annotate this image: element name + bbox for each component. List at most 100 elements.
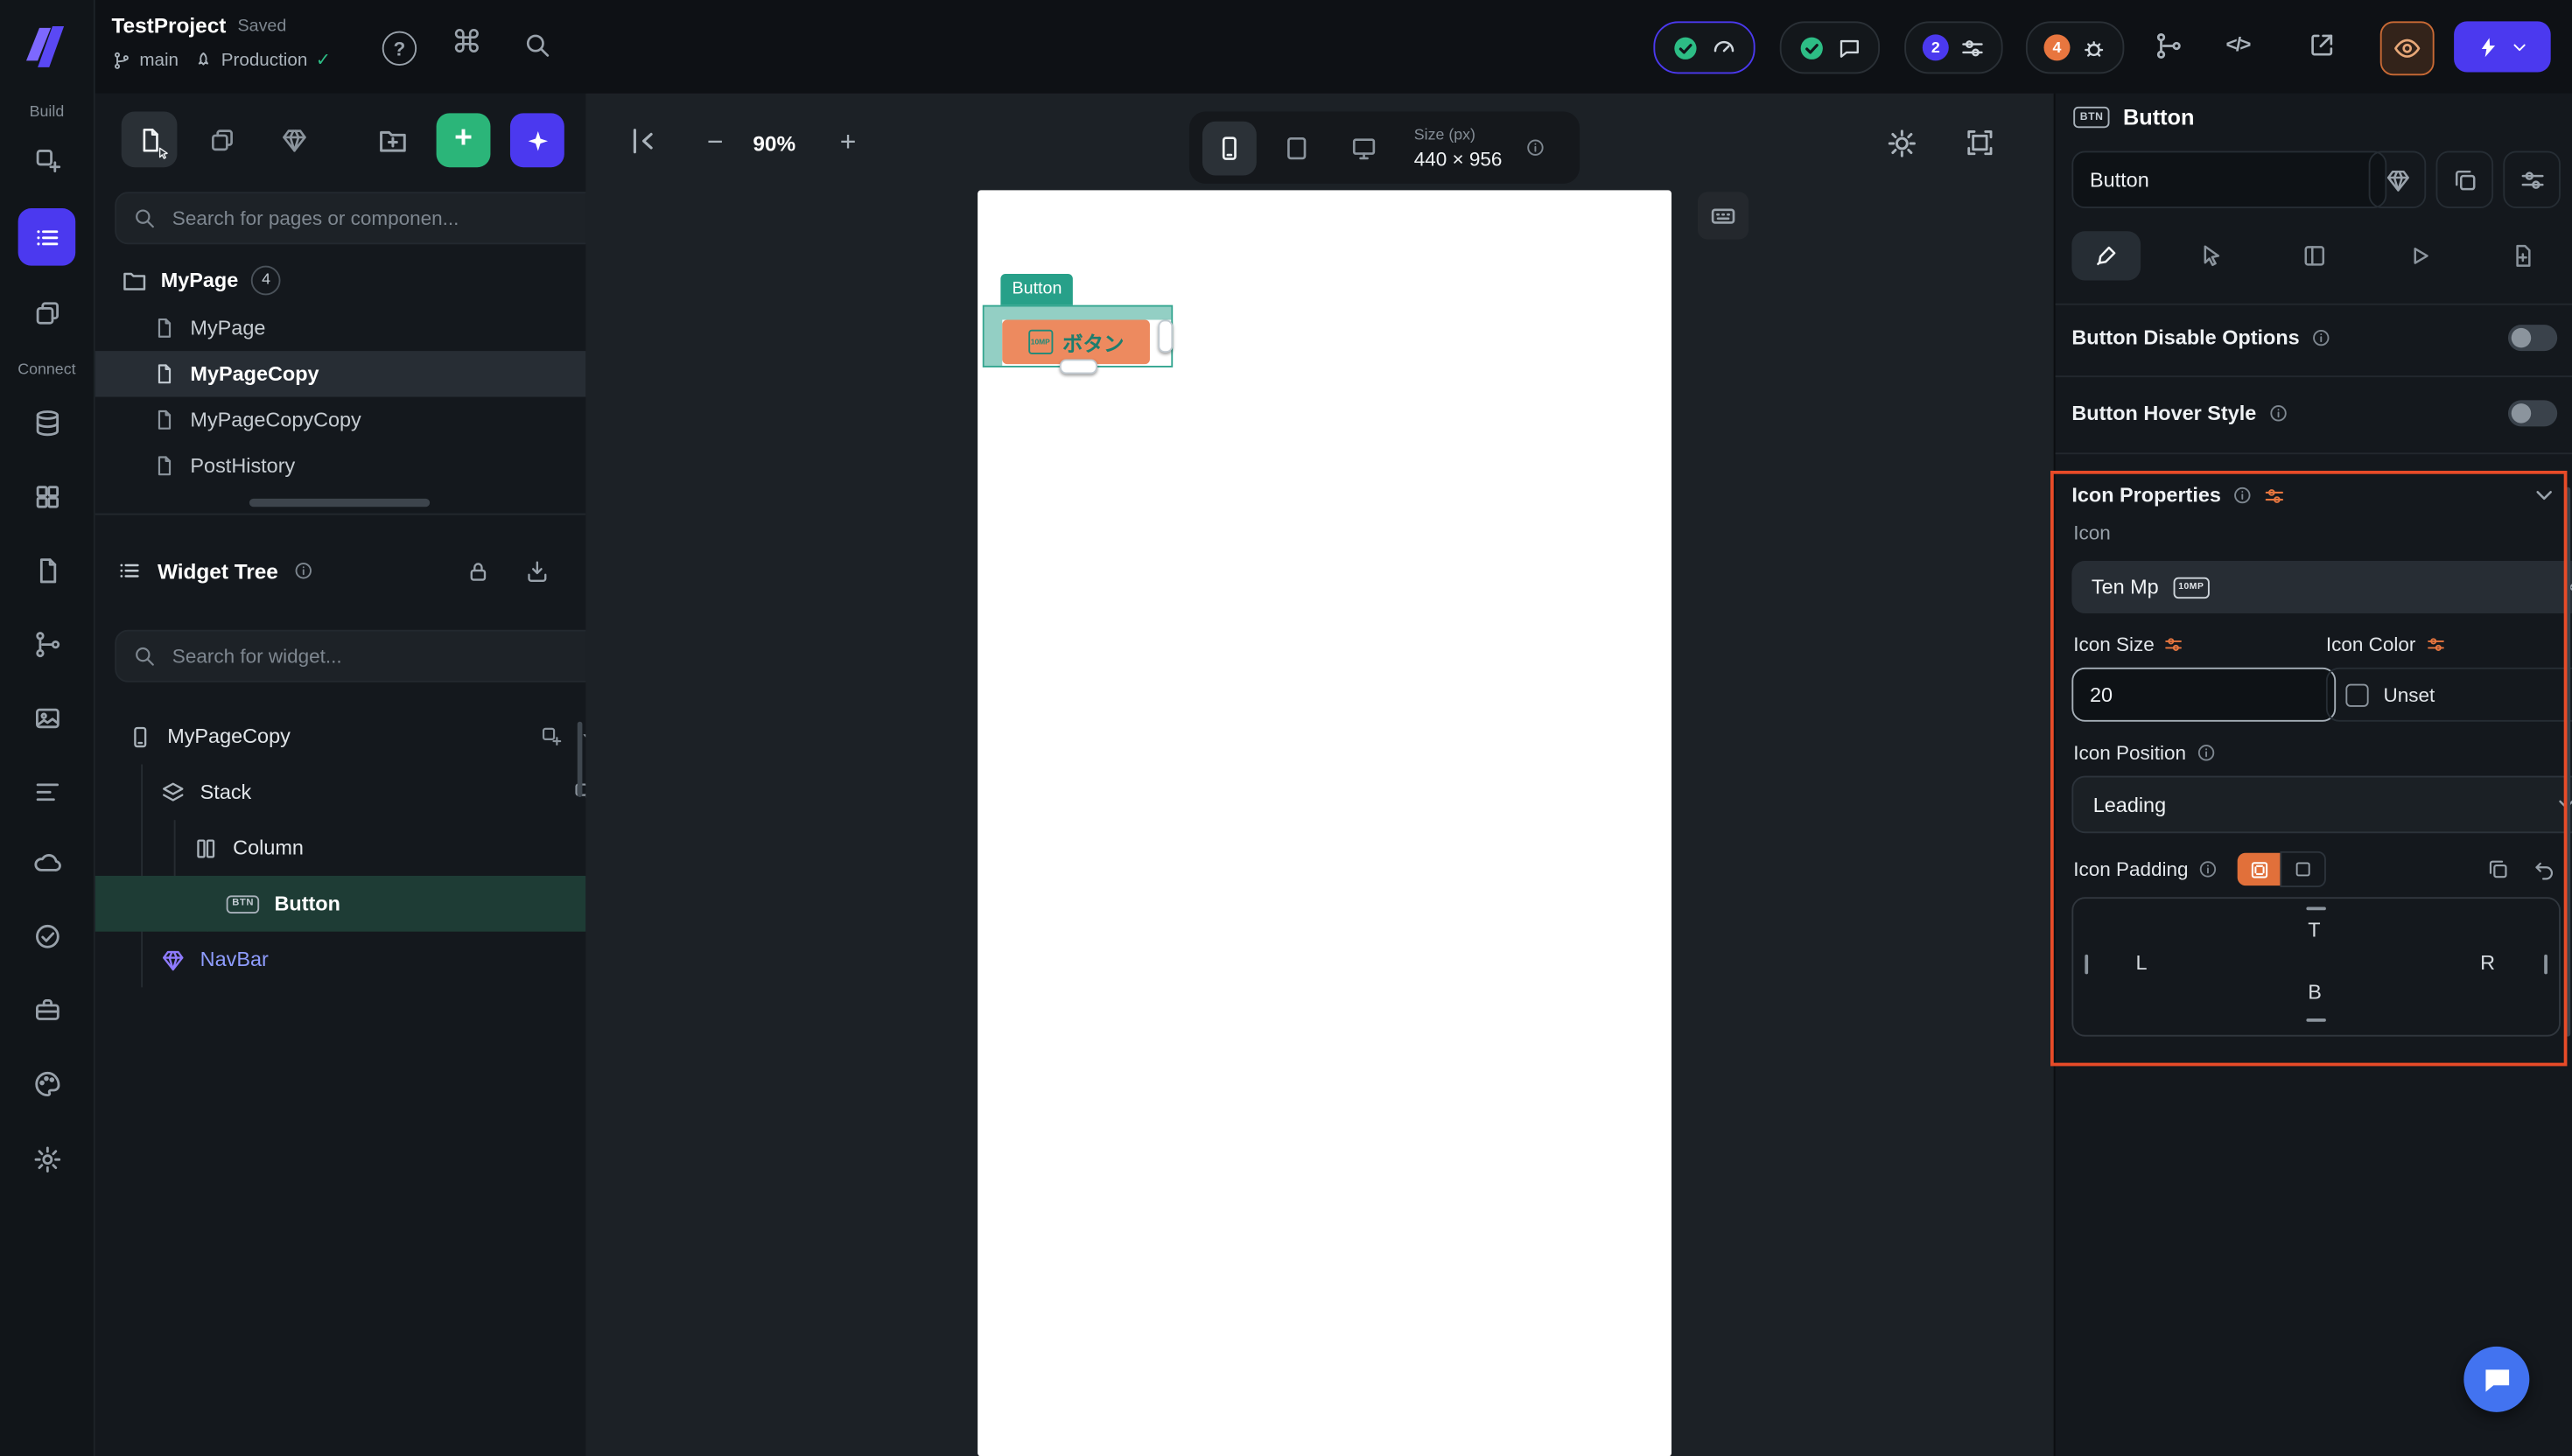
variable-icon[interactable] <box>2264 485 2285 506</box>
icon-size-input[interactable] <box>2071 667 2337 722</box>
copy-padding-icon[interactable] <box>2487 858 2510 880</box>
tab-interaction[interactable] <box>2176 230 2245 279</box>
chevron-down-icon[interactable] <box>2531 482 2557 508</box>
reset-padding-icon[interactable] <box>2533 858 2555 880</box>
collapse-panel-button[interactable] <box>627 124 659 157</box>
add-folder-button[interactable] <box>369 116 415 162</box>
tree-row-stack[interactable]: Stack <box>94 764 653 820</box>
rail-dashboard-button[interactable] <box>18 467 76 525</box>
copy-style-button[interactable] <box>2435 150 2494 209</box>
widget-actions-button[interactable] <box>2503 150 2561 209</box>
rail-checks-button[interactable] <box>18 907 76 965</box>
widget-search[interactable] <box>115 629 601 682</box>
tab-layout[interactable] <box>2280 230 2349 279</box>
icon-select[interactable]: Ten Mp 10MP × <box>2071 561 2572 614</box>
run-button[interactable] <box>2454 21 2551 73</box>
rail-theme-button[interactable] <box>18 1054 76 1112</box>
panel-mode-pages[interactable] <box>121 111 178 168</box>
branch-name[interactable]: main <box>139 50 179 69</box>
variable-icon[interactable] <box>2426 634 2445 654</box>
padding-bottom-value[interactable]: B <box>2308 981 2322 1004</box>
rail-pages-button[interactable] <box>18 208 76 266</box>
widget-search-input[interactable] <box>169 642 583 669</box>
add-page-button[interactable]: + <box>436 113 491 168</box>
page-search-input[interactable] <box>169 205 583 232</box>
rail-alignment-button[interactable] <box>18 763 76 821</box>
device-desktop-button[interactable] <box>1337 121 1391 175</box>
review-status-pill[interactable]: 2 <box>1904 21 2003 74</box>
icon-properties-header[interactable]: Icon Properties <box>2071 476 2557 515</box>
padding-mode-sides-button[interactable] <box>2237 852 2281 886</box>
rail-toolbox-button[interactable] <box>18 981 76 1039</box>
rail-settings-button[interactable] <box>18 1130 76 1187</box>
canvas-button-widget[interactable]: 10MP ボタン <box>1002 319 1150 365</box>
hover-style-toggle[interactable] <box>2507 400 2558 427</box>
panel-splitter[interactable] <box>249 498 431 508</box>
tab-properties[interactable] <box>2071 230 2141 280</box>
panel-mode-components[interactable] <box>266 111 322 167</box>
tests-status-pill[interactable] <box>1653 21 1756 74</box>
ai-generate-button[interactable] <box>509 113 564 168</box>
theme-settings-button[interactable] <box>2368 150 2427 209</box>
rail-media-button[interactable] <box>18 689 76 746</box>
zoom-level[interactable]: 90% <box>753 131 795 156</box>
canvas-theme-button[interactable] <box>1887 128 1918 159</box>
panel-scrollbar[interactable] <box>577 721 583 797</box>
resize-handle-bottom[interactable] <box>1059 359 1097 374</box>
page-search[interactable] <box>115 192 601 245</box>
page-row[interactable]: MyPage <box>94 305 645 351</box>
search-button[interactable] <box>523 32 551 60</box>
panel-mode-stack[interactable] <box>193 111 249 167</box>
lock-icon[interactable] <box>466 558 490 583</box>
tab-add[interactable] <box>2488 230 2557 279</box>
keyboard-icon <box>1709 202 1737 230</box>
issues-status-pill[interactable]: 4 <box>2025 21 2125 74</box>
padding-mode-all-button[interactable] <box>2280 850 2327 888</box>
page-row-selected[interactable]: MyPageCopy <box>93 351 645 397</box>
widget-name-input[interactable] <box>2071 150 2387 209</box>
page-folder-row[interactable]: MyPage 4 <box>94 257 613 302</box>
preview-button[interactable] <box>2379 21 2435 76</box>
rail-files-button[interactable] <box>18 542 76 599</box>
page-row[interactable]: MyPageCopyCopy <box>94 397 645 443</box>
tree-row-mypagecopy[interactable]: MyPageCopy <box>94 709 620 765</box>
app-logo[interactable] <box>21 19 70 72</box>
tab-animations[interactable] <box>2384 230 2453 279</box>
tree-row-navbar[interactable]: NavBar <box>94 932 653 988</box>
size-value[interactable]: 440 × 956 <box>1414 147 1503 170</box>
canvas-quick-menu[interactable] <box>1698 192 1749 240</box>
padding-right-value[interactable]: R <box>2480 951 2495 974</box>
icon-position-select[interactable]: Leading <box>2071 775 2572 834</box>
canvas-frame-button[interactable] <box>1966 128 1995 158</box>
phone-canvas[interactable] <box>978 190 1672 1456</box>
comments-status-pill[interactable] <box>1779 21 1881 74</box>
code-button[interactable]: </> <box>2226 32 2252 55</box>
chat-fab[interactable] <box>2463 1346 2530 1412</box>
icon-color-field[interactable]: Unset <box>2325 667 2572 722</box>
help-button[interactable]: ? <box>382 31 417 66</box>
api-button[interactable] <box>2154 32 2183 61</box>
rail-components-button[interactable] <box>18 284 76 341</box>
padding-left-value[interactable]: L <box>2135 951 2147 974</box>
device-phone-button[interactable] <box>1202 120 1257 175</box>
color-unset-checkbox[interactable] <box>2345 682 2369 706</box>
rail-database-button[interactable] <box>18 394 76 452</box>
environment-name[interactable]: Production <box>221 50 308 69</box>
resize-handle-right[interactable] <box>1158 319 1174 353</box>
zoom-in-button[interactable]: + <box>840 126 857 158</box>
inspector-scrollbar[interactable] <box>2565 486 2571 1037</box>
page-row[interactable]: PostHistory <box>94 443 645 488</box>
device-tablet-button[interactable] <box>1270 121 1324 175</box>
import-widget-icon[interactable] <box>525 558 550 583</box>
add-child-icon[interactable] <box>540 724 563 747</box>
padding-top-value[interactable]: T <box>2308 919 2320 942</box>
shortcuts-button[interactable]: ⌘ <box>451 24 482 62</box>
selected-widget-box[interactable]: 10MP ボタン <box>982 304 1174 368</box>
disable-options-toggle[interactable] <box>2507 325 2558 352</box>
rail-cloud-button[interactable] <box>18 833 76 891</box>
rail-integrations-button[interactable] <box>18 615 76 673</box>
export-button[interactable] <box>2308 32 2336 60</box>
rail-widgets-button[interactable] <box>18 131 76 189</box>
zoom-out-button[interactable]: − <box>707 126 724 158</box>
variable-icon[interactable] <box>2164 634 2183 654</box>
